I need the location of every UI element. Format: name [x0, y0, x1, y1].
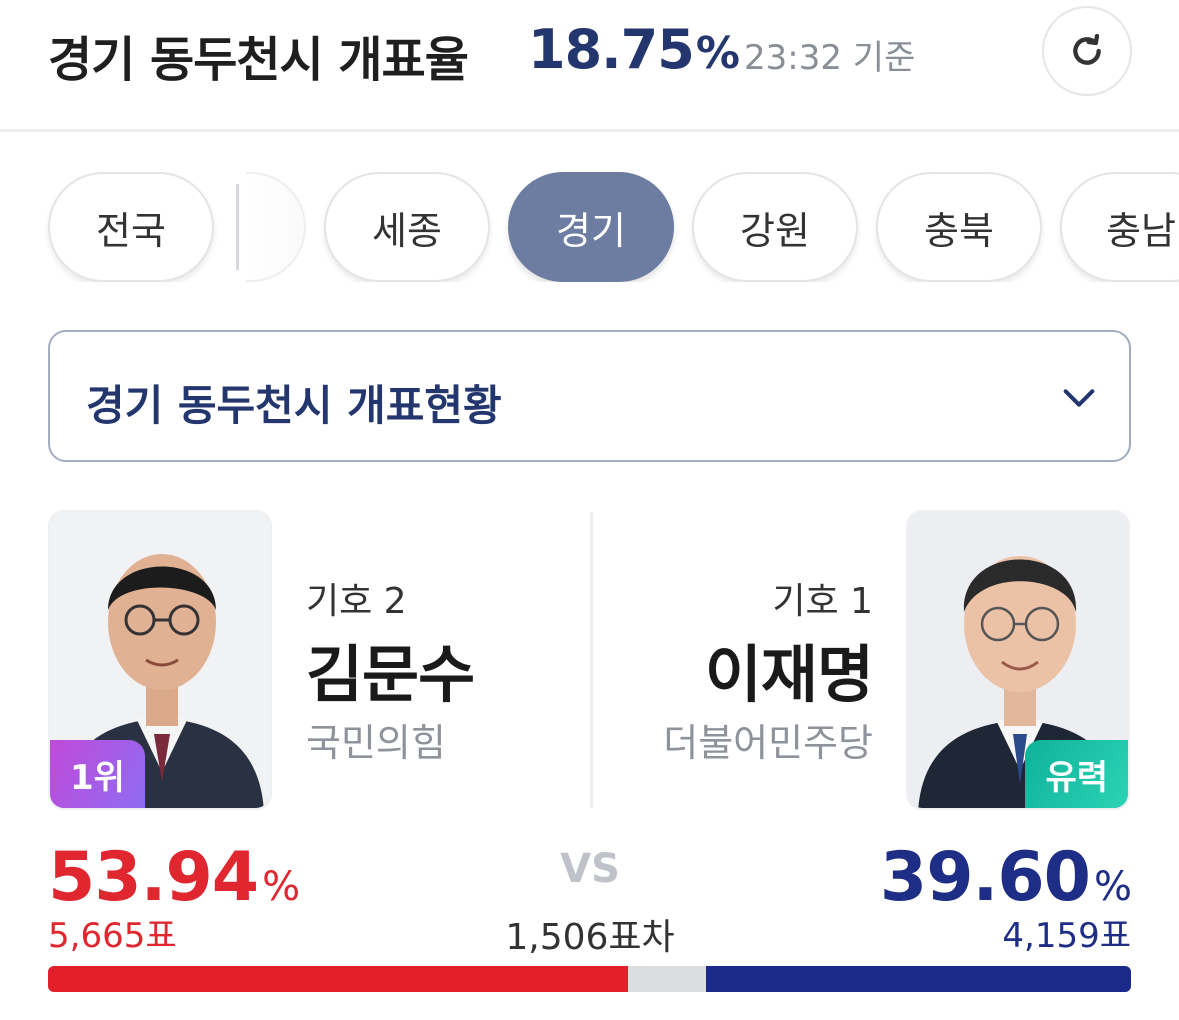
votes-right: 4,159표: [1002, 916, 1131, 956]
rank-badge: 1위: [50, 740, 145, 808]
candidate-divider: [590, 512, 593, 808]
page-title: 경기 동두천시 개표율: [48, 32, 469, 88]
tab-scroll-fade: [246, 172, 306, 282]
percent-left-unit: %: [262, 864, 300, 910]
candidate-number-left: 기호 2: [306, 581, 407, 622]
candidate-name-left: 김문수: [306, 638, 475, 711]
refresh-icon: [1073, 33, 1101, 65]
tab-nationwide[interactable]: 전국: [48, 172, 214, 282]
candidate-party-left: 국민의힘: [306, 721, 446, 765]
candidate-name-right: 이재명: [704, 638, 874, 711]
count-rate: 18.75%: [528, 18, 740, 81]
vote-difference: 1,506표차: [505, 917, 675, 958]
percent-right: 39.60%: [879, 838, 1132, 917]
vote-share-bar-right: [706, 966, 1131, 992]
tab-chungnam[interactable]: 충남: [1060, 172, 1179, 282]
chevron-down-icon: [1063, 389, 1095, 407]
dropdown-label: 경기 동두천시 개표현황: [86, 381, 502, 430]
vote-share-bar-left: [48, 966, 628, 992]
count-rate-unit: %: [695, 28, 740, 79]
update-time: 23:32 기준: [744, 38, 916, 78]
tab-chungbuk[interactable]: 충북: [876, 172, 1042, 282]
candidate-number-right: 기호 1: [772, 581, 873, 622]
count-rate-value: 18.75: [528, 18, 695, 81]
candidate-party-right: 더불어민주당: [663, 721, 873, 765]
percent-right-value: 39.60: [879, 838, 1091, 917]
region-tabs: 전국 세종 경기 강원 충북 충남: [0, 172, 1179, 282]
tab-sejong[interactable]: 세종: [324, 172, 490, 282]
vote-share-bar: [48, 966, 1131, 992]
refresh-button[interactable]: [1042, 6, 1132, 96]
tab-gangwon[interactable]: 강원: [692, 172, 858, 282]
tab-gyeonggi[interactable]: 경기: [508, 172, 674, 282]
votes-left: 5,665표: [48, 916, 177, 956]
candidate-photo-left: 1위: [48, 510, 272, 810]
likely-winner-badge: 유력: [1025, 740, 1128, 808]
region-select-dropdown[interactable]: 경기 동두천시 개표현황: [48, 330, 1131, 462]
candidate-photo-right: 유력: [906, 510, 1130, 810]
percent-left: 53.94%: [48, 838, 300, 917]
header-bar: 경기 동두천시 개표율 18.75% 23:32 기준: [0, 0, 1179, 132]
percent-right-unit: %: [1093, 864, 1132, 910]
percent-left-value: 53.94: [48, 838, 259, 917]
vs-label: VS: [560, 846, 620, 892]
tab-divider: [236, 184, 239, 270]
